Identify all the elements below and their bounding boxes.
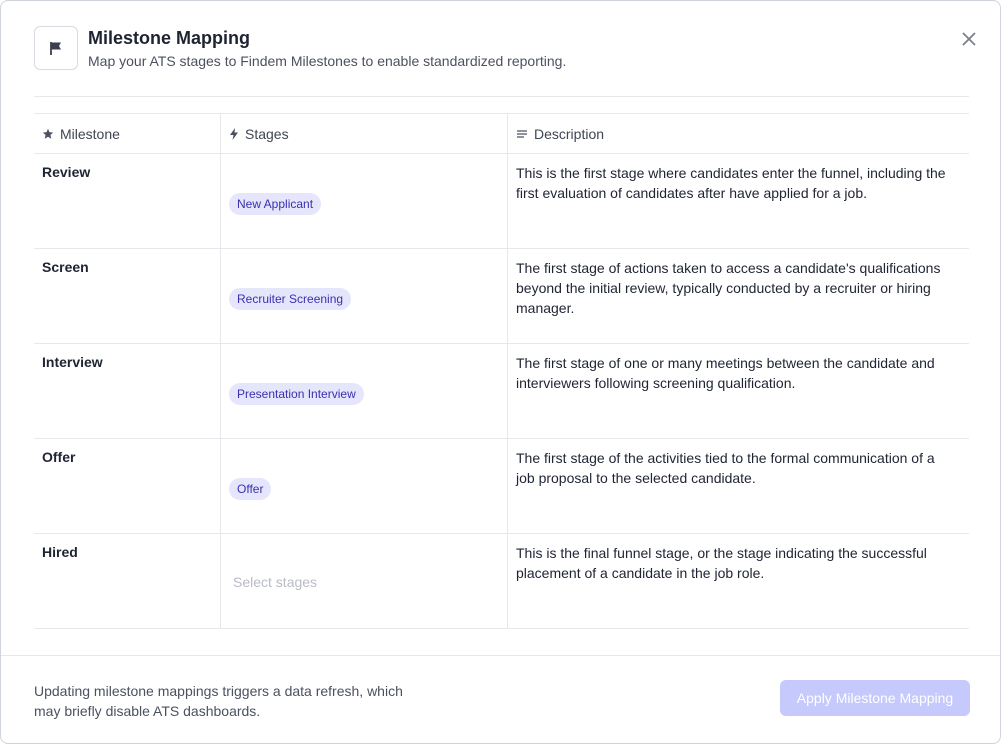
lightning-icon: [230, 127, 238, 140]
column-header-milestone: Milestone: [34, 114, 220, 153]
table-row: Screen Recruiter Screening The first sta…: [34, 249, 969, 344]
column-label: Milestone: [60, 125, 120, 142]
star-icon: [42, 128, 54, 139]
stages-select[interactable]: Select stages: [220, 534, 508, 628]
milestone-name: Interview: [42, 354, 103, 370]
column-header-stages: Stages: [220, 114, 508, 153]
milestone-name: Offer: [42, 449, 76, 465]
milestone-description: The first stage of actions taken to acce…: [516, 260, 941, 316]
milestone-name: Review: [42, 164, 91, 180]
milestone-name: Screen: [42, 259, 89, 275]
stage-chip[interactable]: Presentation Interview: [229, 383, 364, 405]
modal-title: Milestone Mapping: [88, 28, 250, 48]
milestone-mapping-modal: Milestone Mapping Map your ATS stages to…: [0, 0, 1001, 744]
column-label: Stages: [245, 125, 289, 142]
stages-select[interactable]: Presentation Interview: [220, 344, 508, 438]
table-header-row: Milestone Stages Description: [34, 113, 969, 154]
flag-icon: [34, 26, 78, 70]
modal-header: Milestone Mapping Map your ATS stages to…: [34, 26, 976, 96]
stages-placeholder: Select stages: [233, 574, 318, 590]
table-row: Hired Select stages This is the final fu…: [34, 534, 969, 629]
milestone-description: This is the first stage where candidates…: [516, 165, 946, 201]
header-divider: [34, 96, 969, 97]
modal-subtitle: Map your ATS stages to Findem Milestones…: [88, 53, 567, 69]
milestone-name: Hired: [42, 544, 78, 560]
column-header-description: Description: [508, 114, 969, 153]
stage-chip[interactable]: New Applicant: [229, 193, 322, 215]
stage-chip[interactable]: Recruiter Screening: [229, 288, 352, 310]
stage-chip[interactable]: Offer: [229, 478, 272, 500]
footer-note: Updating milestone mappings triggers a d…: [34, 683, 403, 719]
stages-select[interactable]: Offer: [220, 439, 508, 533]
milestone-description: The first stage of the activities tied t…: [516, 450, 935, 486]
table-row: Offer Offer The first stage of the activ…: [34, 439, 969, 534]
milestone-table: Milestone Stages Description Review New …: [34, 113, 969, 629]
apply-milestone-mapping-button[interactable]: Apply Milestone Mapping: [780, 680, 970, 716]
footer-divider: [1, 655, 1000, 656]
stages-select[interactable]: New Applicant: [220, 154, 508, 248]
close-icon[interactable]: [957, 27, 981, 51]
table-row: Review New Applicant This is the first s…: [34, 154, 969, 249]
column-label: Description: [534, 125, 605, 142]
stages-select[interactable]: Recruiter Screening: [220, 249, 508, 343]
milestone-description: This is the final funnel stage, or the s…: [516, 545, 927, 581]
table-row: Interview Presentation Interview The fir…: [34, 344, 969, 439]
milestone-description: The first stage of one or many meetings …: [516, 355, 935, 391]
lines-icon: [517, 129, 527, 138]
